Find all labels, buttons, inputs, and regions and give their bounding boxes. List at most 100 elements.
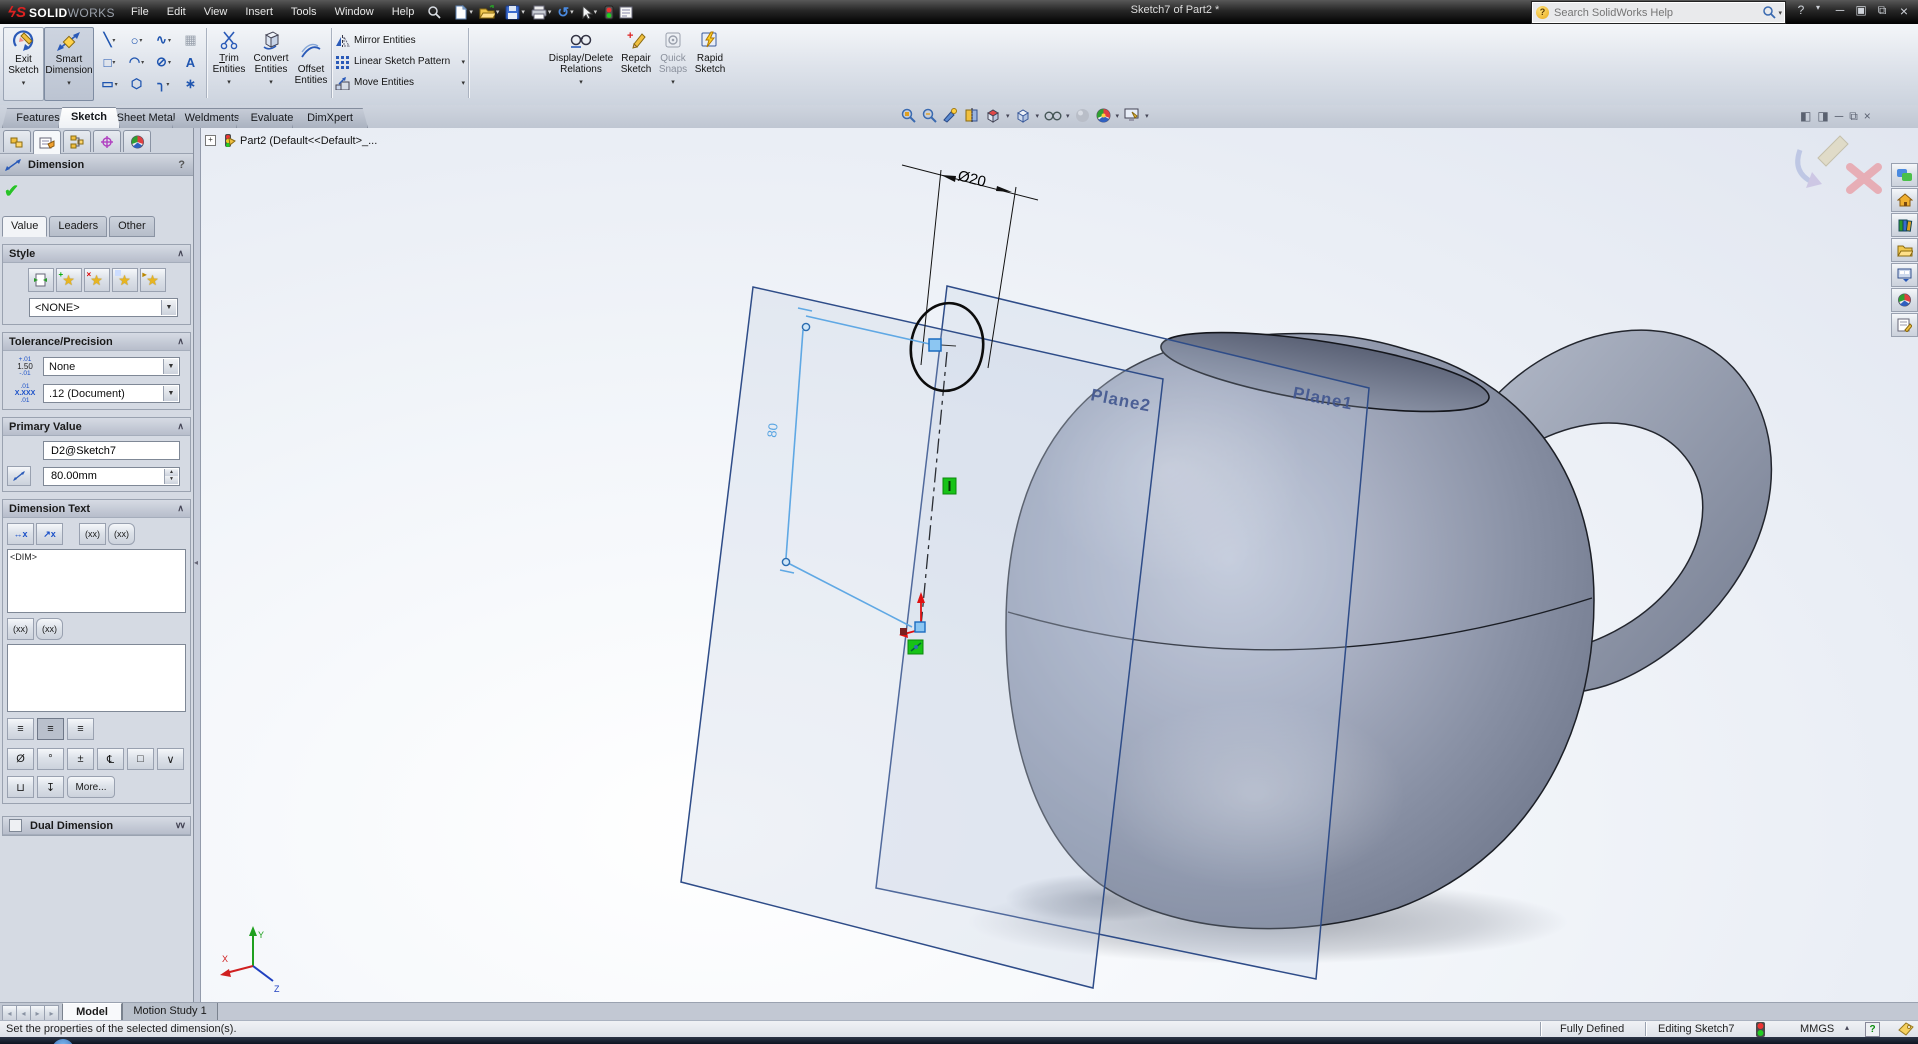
sketch-picture-tool[interactable]: ▦ — [177, 29, 204, 51]
search-submit-icon[interactable] — [1762, 5, 1777, 20]
last-tab-button[interactable]: ▸ — [44, 1005, 59, 1021]
text-tool[interactable]: A — [177, 51, 204, 73]
rapid-sketch-button[interactable]: Rapid Sketch — [691, 27, 729, 99]
parentheses-button[interactable]: (xx) — [79, 523, 106, 545]
tab-other[interactable]: Other — [109, 216, 155, 237]
first-tab-button[interactable]: ◂ — [2, 1005, 17, 1021]
repair-sketch-button[interactable]: + Repair Sketch — [617, 27, 655, 99]
file-explorer-button[interactable] — [1891, 238, 1918, 262]
status-tag-icon[interactable] — [1898, 1022, 1914, 1036]
quick-snaps-dropdown[interactable]: ▾ — [671, 77, 675, 87]
delete-style-button[interactable]: ★ × — [83, 268, 110, 292]
undo-button[interactable]: ↺ — [557, 4, 569, 21]
collapse-panel-arrow[interactable]: ◂ — [194, 558, 198, 567]
precision-dropdown[interactable]: .12 (Document) ▼ — [43, 384, 180, 403]
save-button[interactable] — [505, 5, 520, 20]
tolerance-section-header[interactable]: Tolerance/Precision ∧ — [3, 333, 190, 351]
collapse-icon[interactable]: ∧ — [177, 248, 184, 259]
vertical-relation-badge[interactable] — [942, 477, 957, 495]
display-manager-tab[interactable] — [123, 130, 151, 152]
linear-sketch-pattern-button[interactable]: Linear Sketch Pattern ▾ — [335, 51, 465, 72]
view-orientation-icon[interactable] — [984, 107, 1002, 124]
new-document-dropdown[interactable]: ▾ — [469, 8, 473, 16]
save-style-button[interactable]: ★ — [111, 268, 138, 292]
confirmation-corner[interactable] — [1795, 135, 1849, 188]
menu-insert[interactable]: Insert — [236, 3, 282, 21]
section-view-icon[interactable] — [963, 107, 980, 124]
pm-help-icon[interactable]: ? — [178, 159, 185, 171]
dimension-name-field[interactable] — [43, 441, 180, 460]
exit-sketch-dropdown[interactable]: ▾ — [22, 78, 26, 88]
menu-file[interactable]: File — [122, 3, 158, 21]
hide-show-items-icon[interactable] — [1043, 107, 1062, 124]
dimxpert-manager-tab[interactable] — [93, 130, 121, 152]
display-style-dropdown[interactable]: ▾ — [1036, 112, 1040, 120]
expand-icon[interactable]: ∨∨ — [175, 820, 186, 831]
exit-sketch-button[interactable]: Exit Sketch ▾ — [3, 27, 44, 101]
print-button[interactable] — [531, 5, 547, 20]
cup-symbol-button[interactable]: ⊔ — [7, 776, 34, 798]
sketch-endpoint-top[interactable] — [801, 322, 811, 332]
linear-pattern-dropdown[interactable]: ▾ — [461, 58, 465, 66]
dimension-height-80[interactable]: 80 — [764, 422, 781, 438]
file-properties-button[interactable] — [619, 5, 633, 20]
search-icon[interactable] — [427, 5, 442, 20]
plus-minus-symbol-button[interactable]: ± — [67, 748, 94, 770]
dimension-value-input[interactable] — [49, 469, 179, 483]
minimize-button[interactable]: ─ — [1832, 3, 1848, 17]
tab-sketch[interactable]: Sketch — [58, 107, 120, 128]
style-section-header[interactable]: Style ∧ — [3, 245, 190, 263]
previous-view-icon[interactable] — [942, 107, 959, 124]
restore-button[interactable]: ▣ — [1853, 3, 1869, 17]
doc-close-button[interactable]: × — [1864, 109, 1871, 124]
help-dropdown[interactable]: ▾ — [1810, 3, 1826, 12]
dimension-name-input[interactable] — [49, 443, 179, 458]
view-palette-button[interactable] — [1891, 263, 1918, 287]
tab-value[interactable]: Value — [2, 216, 48, 237]
mirror-entities-button[interactable]: Mirror Entities — [335, 30, 465, 51]
dual-dimension-header[interactable]: Dual Dimension ∨∨ — [3, 817, 190, 835]
configuration-manager-tab[interactable] — [63, 130, 91, 152]
help-search-box[interactable]: ? ▾ — [1531, 1, 1786, 24]
cascade-button[interactable]: ⧉ — [1874, 3, 1890, 18]
coincident-relation-badge[interactable] — [907, 639, 924, 655]
save-dropdown[interactable]: ▾ — [521, 8, 525, 16]
trim-entities-button[interactable]: TrimTrim EntitiesEntities ▾ — [209, 27, 249, 99]
ok-button[interactable]: ✔ — [4, 181, 19, 202]
property-manager-tab[interactable] — [33, 130, 61, 154]
depth-symbol-button[interactable]: ↧ — [37, 776, 64, 798]
status-help-icon[interactable]: ? — [1865, 1022, 1880, 1037]
justify-center-button[interactable]: ≡ — [37, 718, 64, 740]
model-view[interactable]: Plane2 Plane1 Ø20 80 Y X Z — [200, 128, 1918, 1002]
rebuild-button[interactable] — [603, 5, 615, 20]
trim-dropdown[interactable]: ▾ — [227, 77, 231, 87]
prev-tab-button[interactable]: ◂ — [16, 1005, 31, 1021]
angular-text-button[interactable]: ↗x — [36, 523, 63, 545]
motion-study-tab[interactable]: Motion Study 1 — [122, 1003, 218, 1021]
display-delete-relations-button[interactable]: Display/Delete Relations ▾ — [546, 27, 616, 99]
menu-edit[interactable]: Edit — [158, 3, 195, 21]
smart-dimension-dropdown[interactable]: ▾ — [67, 78, 71, 88]
add-style-button[interactable]: ★ + — [55, 268, 82, 292]
tolerance-type-dropdown[interactable]: None ▼ — [43, 357, 180, 376]
paren2-button[interactable]: (xx) — [7, 618, 34, 640]
ellipse-tool[interactable]: ⊘ ▾ — [150, 51, 177, 73]
tree-expand-icon[interactable]: + — [205, 135, 216, 146]
style-dropdown-arrow[interactable]: ▼ — [161, 300, 176, 315]
menu-window[interactable]: Window — [326, 3, 383, 21]
convert-entities-button[interactable]: Convert Entities ▾ — [250, 27, 292, 99]
display-style-icon[interactable] — [1014, 107, 1032, 124]
next-tab-button[interactable]: ▸ — [30, 1005, 45, 1021]
close-button[interactable]: × — [1896, 3, 1912, 19]
zoom-to-fit-icon[interactable] — [900, 107, 917, 124]
menu-tools[interactable]: Tools — [282, 3, 326, 21]
dimension-text-header[interactable]: Dimension Text ∧ — [3, 500, 190, 518]
feature-tree-root[interactable]: + Part2 (Default<<Default>_... — [205, 133, 377, 148]
display-delete-dropdown[interactable]: ▾ — [579, 77, 583, 87]
sketch-endpoint-bottom[interactable] — [781, 557, 791, 567]
help-search-input[interactable] — [1552, 5, 1763, 20]
menu-view[interactable]: View — [195, 3, 237, 21]
symbol-dropdown-button[interactable]: ∨ — [157, 748, 184, 770]
centerline-symbol-button[interactable]: ℄ — [97, 748, 124, 770]
zoom-to-area-icon[interactable] — [921, 107, 938, 124]
